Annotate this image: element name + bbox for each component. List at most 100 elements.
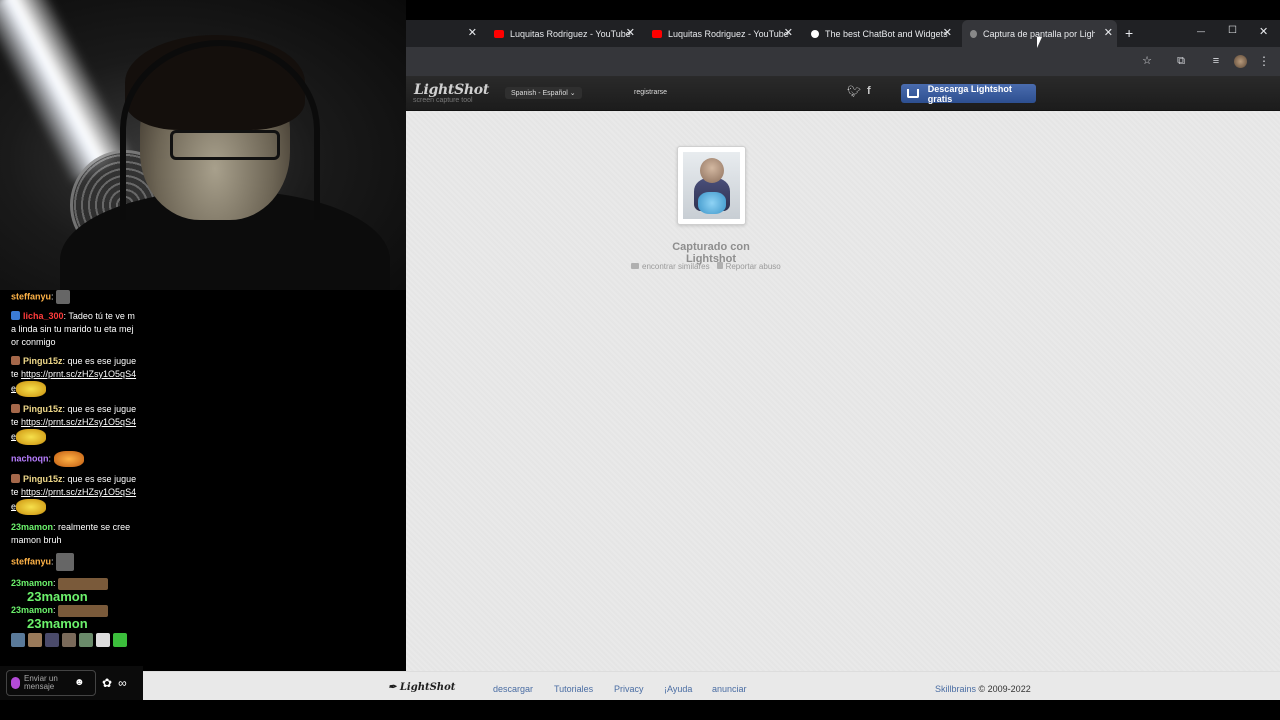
menu-kebab-icon[interactable]: ⋮ <box>1258 54 1270 68</box>
footer-link-advertise[interactable]: anunciar <box>712 684 747 694</box>
emote-icon <box>16 499 47 515</box>
chat-message: Pingu15z: que es ese juguete https://prn… <box>11 403 137 445</box>
glasses <box>170 130 280 160</box>
chat-username[interactable]: licha_300 <box>23 311 64 321</box>
figure-base <box>698 192 726 214</box>
chat-message: steffanyu: <box>11 290 137 304</box>
microphone-icon[interactable] <box>11 677 20 689</box>
chat-message: licha_300: Tadeo tú te ve ma linda sin t… <box>11 311 135 347</box>
youtube-icon <box>494 29 504 38</box>
webcam-feed <box>0 0 406 290</box>
chat-emote-text: 23mamon <box>27 589 88 604</box>
image-actions: encontrar similares Reportar abuso <box>631 262 781 271</box>
chat-footer: Enviar un mensaje ☻ ✿ ∞ <box>0 666 143 700</box>
badge-icon <box>11 311 20 320</box>
bottom-border <box>0 700 1280 720</box>
extensions-icon[interactable]: ⧉ <box>1175 55 1187 67</box>
screenshot-thumbnail[interactable] <box>677 146 746 225</box>
emote-icon <box>113 633 127 647</box>
chat-input-placeholder: Enviar un mensaje <box>24 674 58 691</box>
download-icon <box>907 89 919 98</box>
screenshot-image <box>683 152 740 219</box>
footer-logo[interactable]: ✒ LightShot <box>388 682 455 693</box>
chat-message: 23mamon: 23mamon <box>11 577 137 604</box>
media-control-icon[interactable]: ≡ <box>1210 55 1222 67</box>
mouse-cursor-icon <box>1037 37 1047 48</box>
browser-tab[interactable]: ✕ <box>406 20 481 47</box>
close-tab-icon[interactable]: ✕ <box>626 27 635 40</box>
settings-icon[interactable]: ✿ <box>102 676 112 690</box>
language-select[interactable]: Spanish - Español ⌄ <box>505 87 582 99</box>
lightshot-header: LightShot screen capture tool Spanish - … <box>406 76 1280 111</box>
browser-toolbar: ☆ ⧉ ≡ ⋮ <box>406 47 1280 76</box>
footer-link-tutorials[interactable]: Tutoriales <box>554 684 593 694</box>
find-similar-link[interactable]: encontrar similares <box>631 262 710 271</box>
chat-username[interactable]: steffanyu <box>11 556 51 566</box>
close-tab-icon[interactable]: ✕ <box>784 27 793 40</box>
emote-icon <box>58 577 109 590</box>
close-window-button[interactable]: ✕ <box>1259 25 1268 38</box>
emote-icon <box>62 633 76 647</box>
infinity-icon[interactable]: ∞ <box>118 676 127 690</box>
chat-username[interactable]: Pingu15z <box>23 474 63 484</box>
youtube-icon <box>652 29 662 38</box>
chat-message: Pingu15z: que es ese juguete https://prn… <box>11 473 137 515</box>
close-tab-icon[interactable]: ✕ <box>943 27 952 40</box>
emote-icon <box>16 429 47 445</box>
footer-link-help[interactable]: ¡Ayuda <box>664 684 692 694</box>
emote-icon <box>45 633 59 647</box>
download-button[interactable]: Descarga Lightshot gratis <box>901 84 1036 104</box>
emote-row <box>11 633 137 647</box>
profile-avatar[interactable] <box>1234 55 1247 68</box>
close-tab-icon[interactable]: ✕ <box>468 27 477 40</box>
chat-username[interactable]: steffanyu <box>11 291 51 301</box>
figure-head <box>700 158 724 183</box>
register-link[interactable]: registrarse <box>634 89 667 96</box>
emote-icon <box>11 633 25 647</box>
chat-list: steffanyu: licha_300: Tadeo tú te ve ma … <box>0 290 143 647</box>
chat-username[interactable]: 23mamon <box>11 578 53 588</box>
streamelements-icon <box>811 29 819 38</box>
lightshot-logo[interactable]: LightShot <box>414 82 489 98</box>
chat-username[interactable]: 23mamon <box>11 522 53 532</box>
maximize-button[interactable]: ☐ <box>1228 25 1237 36</box>
chat-emote-text: 23mamon <box>27 616 88 631</box>
stream-chat: steffanyu: licha_300: Tadeo tú te ve ma … <box>0 290 143 700</box>
avatar-badge-icon <box>11 474 20 483</box>
bookmark-star-icon[interactable]: ☆ <box>1141 55 1153 67</box>
chat-username[interactable]: nachoqn <box>11 453 49 463</box>
chat-message: Pingu15z: que es ese juguete https://prn… <box>11 355 137 397</box>
chat-message: steffanyu: <box>11 553 137 571</box>
emote-icon <box>53 451 84 467</box>
camera-icon <box>631 263 639 269</box>
chat-username[interactable]: Pingu15z <box>23 356 63 366</box>
emoji-icon[interactable]: ☻ <box>74 678 85 688</box>
browser-tabstrip: ✕ Luquitas Rodriguez - YouTube ✕ Luquita… <box>406 20 1280 47</box>
facebook-icon[interactable]: f <box>867 85 871 97</box>
browser-tab[interactable]: The best ChatBot and Widgets ✕ <box>803 20 956 47</box>
chat-message: 23mamon: realmente se cree mamon bruh <box>11 522 131 545</box>
close-tab-icon[interactable]: ✕ <box>1104 27 1113 40</box>
company-link[interactable]: Skillbrains <box>935 684 976 694</box>
new-tab-button[interactable]: + <box>1125 25 1133 41</box>
emote-icon <box>28 633 42 647</box>
browser-tab[interactable]: Luquitas Rodriguez - YouTube ✕ <box>644 20 797 47</box>
emote-icon <box>58 604 109 617</box>
chat-username[interactable]: Pingu15z <box>23 404 63 414</box>
footer-link-download[interactable]: descargar <box>493 684 533 694</box>
browser-tab[interactable]: Luquitas Rodriguez - YouTube ✕ <box>486 20 639 47</box>
footer-link-privacy[interactable]: Privacy <box>614 684 644 694</box>
twitter-icon[interactable]: 🐦︎ <box>847 85 861 98</box>
report-abuse-link[interactable]: Reportar abuso <box>716 262 781 271</box>
emote-icon <box>56 290 71 304</box>
screen: steffanyu: licha_300: Tadeo tú te ve ma … <box>0 0 1280 720</box>
chat-username[interactable]: 23mamon <box>11 605 53 615</box>
chat-input[interactable]: Enviar un mensaje ☻ <box>6 670 96 696</box>
chat-message: nachoqn: <box>11 451 137 467</box>
chevron-down-icon: ⌄ <box>569 90 576 97</box>
minimize-button[interactable]: — <box>1197 27 1205 36</box>
footer-copyright: Skillbrains © 2009-2022 <box>935 684 1031 694</box>
emote-icon <box>79 633 93 647</box>
emote-icon <box>56 553 75 571</box>
lightshot-footer: ✒ LightShot descargar Tutoriales Privacy… <box>143 671 1280 700</box>
